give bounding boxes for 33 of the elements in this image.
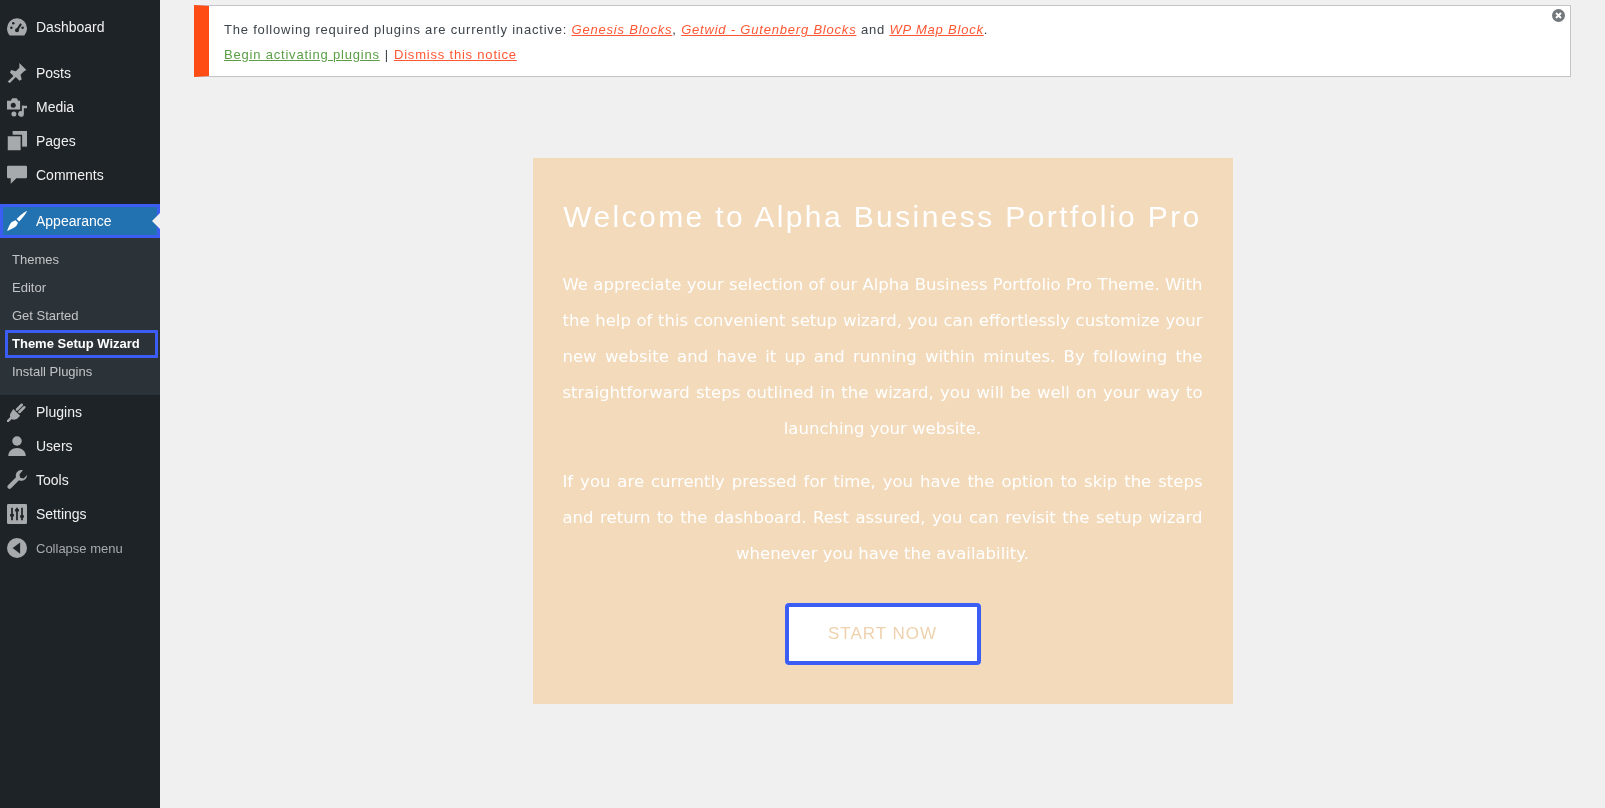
submenu-item[interactable]: Install Plugins — [5, 358, 158, 386]
submenu-item[interactable]: Editor — [5, 274, 158, 302]
pushpin-icon — [7, 63, 27, 83]
wrench-icon — [7, 470, 27, 490]
paintbrush-icon — [7, 211, 27, 231]
action-separator: | — [384, 46, 389, 64]
menu-item[interactable]: Plugins — [0, 395, 160, 429]
menu-item[interactable]: Posts — [0, 56, 160, 90]
plug-icon — [7, 402, 27, 422]
sliders-icon — [7, 504, 27, 524]
menu-item[interactable]: Comments — [0, 158, 160, 192]
person-icon — [7, 436, 27, 456]
menu-item[interactable]: Dashboard — [0, 10, 160, 44]
submenu-item[interactable]: Get Started — [5, 302, 158, 330]
submenu-item[interactable]: Theme Setup Wizard — [5, 330, 158, 358]
welcome-paragraph: If you are currently pressed for time, you have the option to skip the steps and return to the dashboard. Rest assured, you can revisit the setup wizard whenever you have the availability. — [562, 471, 1203, 565]
gauge-icon — [7, 17, 27, 37]
menu-item[interactable]: Tools — [0, 463, 160, 497]
welcome-paragraph: We appreciate your selection of our Alpha Business Portfolio Pro Theme. With the help of this convenient setup wizard, you can effortlessly customize your new website and have it up and running within minutes. By following the straightforward steps outlined in the wizard, you will be well on your way to launching your website. — [562, 274, 1203, 440]
menu-item[interactable]: Settings — [0, 497, 160, 531]
menu-item[interactable]: Pages — [0, 124, 160, 158]
speech-bubble-icon — [7, 165, 27, 185]
submenu-item[interactable]: Themes — [5, 246, 158, 274]
menu-item[interactable]: Media — [0, 90, 160, 124]
collapse-menu-button[interactable]: Collapse menu — [0, 531, 160, 565]
welcome-title: Welcome to Alpha Business Portfolio Pro — [562, 199, 1203, 235]
menu-item[interactable]: Appearance — [0, 204, 160, 238]
menu-pointer-icon — [152, 213, 160, 229]
close-icon[interactable] — [1552, 9, 1565, 22]
pages-icon — [7, 131, 27, 151]
camera-note-icon — [7, 97, 27, 117]
menu-item[interactable]: Users — [0, 429, 160, 463]
notice-message: The following required plugins are currently inactive: Genesis Blocks, Getwid - Gutenberg Blocks and WP Map Block. — [224, 21, 990, 39]
